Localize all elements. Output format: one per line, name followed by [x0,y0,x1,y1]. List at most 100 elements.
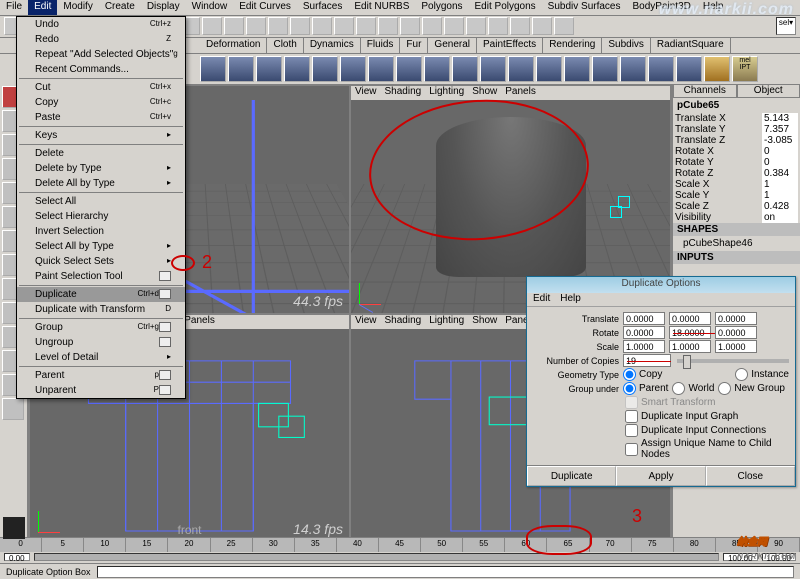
shelf-tab-radiantsquare[interactable]: RadiantSquare [651,38,731,53]
translate-z[interactable] [715,312,757,325]
channel-row[interactable]: Translate Z-3.085 [673,135,800,146]
channel-rows: Translate X5.143Translate Y7.357Translat… [673,113,800,223]
shelf-tab-dynamics[interactable]: Dynamics [304,38,361,53]
menu-display[interactable]: Display [141,0,186,15]
menu-item-group[interactable]: GroupCtrl+g [17,320,185,335]
dup-input-graph[interactable] [625,410,638,423]
channel-row[interactable]: Visibilityon [673,212,800,223]
shapes-header: SHAPES [673,223,800,236]
shelf-tab-general[interactable]: General [428,38,477,53]
menu-item-parent[interactable]: Parentp [17,368,185,383]
tab-object[interactable]: Object [737,84,800,98]
scale-z[interactable] [715,340,757,353]
vp-menu: ViewShadingLightingShowPanels [351,86,670,100]
menu-edit[interactable]: Edit [28,0,57,15]
channel-row[interactable]: Rotate Y0 [673,157,800,168]
channel-row[interactable]: Rotate Z0.384 [673,168,800,179]
menu-item-select-hierarchy[interactable]: Select Hierarchy [17,209,185,224]
rotate-x[interactable] [623,326,665,339]
scale-x[interactable] [623,340,665,353]
menu-item-recent-commands-[interactable]: Recent Commands... [17,62,185,77]
copies-slider[interactable] [677,359,789,363]
menu-modify[interactable]: Modify [57,0,98,15]
apply-button[interactable]: Apply [616,466,705,486]
rotate-y[interactable] [669,326,711,339]
menu-edit-nurbs[interactable]: Edit NURBS [348,0,415,15]
menu-edit-polygons[interactable]: Edit Polygons [469,0,542,15]
menu-subdiv-surfaces[interactable]: Subdiv Surfaces [542,0,627,15]
command-line[interactable] [97,566,794,578]
geom-instance[interactable] [735,368,748,381]
inputs-header: INPUTS [673,251,800,264]
shelf-tab-fur[interactable]: Fur [400,38,428,53]
dup-input-conn[interactable] [625,424,638,437]
menu-item-undo[interactable]: UndoCtrl+z [17,17,185,32]
menu-item-paint-selection-tool[interactable]: Paint Selection Tool [17,269,185,284]
group-world[interactable] [672,382,685,395]
option-box-icon[interactable] [159,385,171,395]
shelf-tab-rendering[interactable]: Rendering [543,38,602,53]
menu-item-redo[interactable]: RedoZ [17,32,185,47]
unique-name[interactable] [625,443,638,456]
group-new[interactable] [718,382,731,395]
option-box-icon[interactable] [159,271,171,281]
menu-item-duplicate[interactable]: DuplicateCtrl+d [17,287,185,302]
channel-row[interactable]: Scale Z0.428 [673,201,800,212]
menu-file[interactable]: File [0,0,28,15]
status-label: Duplicate Option Box [6,567,91,577]
scale-y[interactable] [669,340,711,353]
menu-polygons[interactable]: Polygons [415,0,468,15]
menu-item-delete[interactable]: Delete [17,146,185,161]
shelf-tab-fluids[interactable]: Fluids [361,38,401,53]
translate-y[interactable] [669,312,711,325]
timeline[interactable]: 051015202530354045505560657075808590 0.0… [0,537,800,563]
menu-item-cut[interactable]: CutCtrl+x [17,80,185,95]
duplicate-options-dialog[interactable]: Duplicate Options Edit Help Translate Ro… [526,276,796,487]
menu-item-keys[interactable]: Keys▸ [17,128,185,143]
option-box-icon[interactable] [159,322,171,332]
channel-row[interactable]: Translate Y7.357 [673,124,800,135]
dialog-menu: Edit Help [527,293,795,307]
menu-item-paste[interactable]: PasteCtrl+v [17,110,185,125]
option-box-icon[interactable] [159,370,171,380]
menu-item-delete-by-type[interactable]: Delete by Type▸ [17,161,185,176]
tab-channels[interactable]: Channels [673,84,737,98]
num-copies[interactable] [623,354,671,367]
maya-logo [3,517,25,539]
menu-edit-curves[interactable]: Edit Curves [233,0,297,15]
shelf-tab-cloth[interactable]: Cloth [267,38,303,53]
geom-copy[interactable] [623,368,636,381]
menu-create[interactable]: Create [99,0,141,15]
menu-surfaces[interactable]: Surfaces [297,0,348,15]
menu-item-level-of-detail[interactable]: Level of Detail▸ [17,350,185,365]
menu-item-duplicate-with-transform[interactable]: Duplicate with TransformD [17,302,185,317]
duplicate-button[interactable]: Duplicate [527,466,616,486]
rotate-z[interactable] [715,326,757,339]
channel-row[interactable]: Translate X5.143 [673,113,800,124]
channel-row[interactable]: Scale Y1 [673,190,800,201]
option-box-icon[interactable] [159,289,171,299]
menu-item-select-all-by-type[interactable]: Select All by Type▸ [17,239,185,254]
menu-item-repeat-add-selected-objects-[interactable]: Repeat "Add Selected Objects"g [17,47,185,62]
channel-row[interactable]: Scale X1 [673,179,800,190]
range-start[interactable]: 0.00 [4,553,30,561]
menu-item-invert-selection[interactable]: Invert Selection [17,224,185,239]
shelf-tab-deformation[interactable]: Deformation [200,38,267,53]
watermark-logo: 纳金网NARKII·COM [737,521,796,561]
menu-window[interactable]: Window [186,0,234,15]
fps-top: 44.3 fps [293,293,343,309]
option-box-icon[interactable] [159,337,171,347]
menu-item-select-all[interactable]: Select All [17,194,185,209]
shelf-tab-painteffects[interactable]: PaintEffects [477,38,543,53]
translate-x[interactable] [623,312,665,325]
menu-item-copy[interactable]: CopyCtrl+c [17,95,185,110]
menu-item-unparent[interactable]: UnparentP [17,383,185,398]
group-parent[interactable] [623,382,636,395]
close-button[interactable]: Close [706,466,795,486]
shelf-tab-subdivs[interactable]: Subdivs [602,38,651,53]
menu-item-ungroup[interactable]: Ungroup [17,335,185,350]
fps-front: 14.3 fps [293,521,343,537]
channel-row[interactable]: Rotate X0 [673,146,800,157]
menu-item-quick-select-sets[interactable]: Quick Select Sets▸ [17,254,185,269]
menu-item-delete-all-by-type[interactable]: Delete All by Type▸ [17,176,185,191]
